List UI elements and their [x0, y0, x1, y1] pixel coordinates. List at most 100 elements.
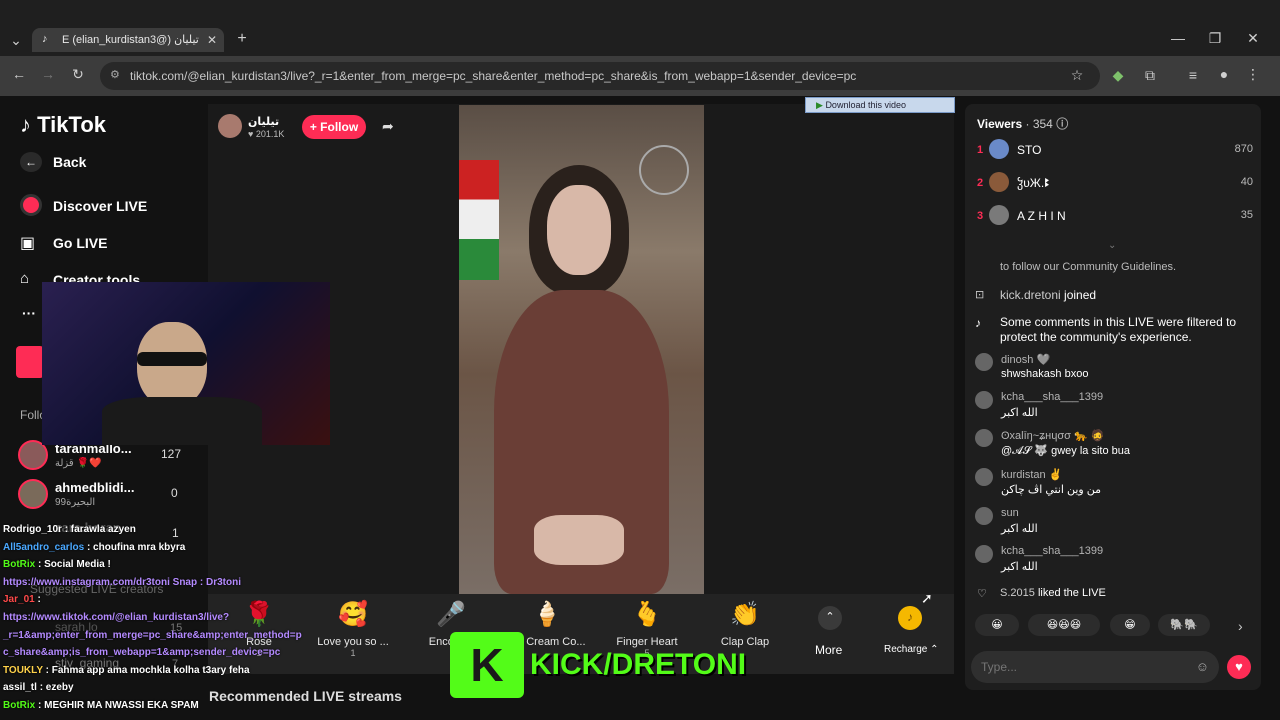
avatar	[975, 468, 993, 486]
close-window-icon[interactable]: ✕	[1243, 30, 1263, 47]
live-video[interactable]	[459, 105, 704, 594]
overlay-chat-user: BotRix	[3, 559, 36, 571]
chat-comment[interactable]: kcha___sha___1399 الله اكبر	[975, 391, 1255, 425]
reload-icon[interactable]: ↻	[68, 66, 88, 83]
like-heart-icon[interactable]: ♥	[1227, 655, 1251, 679]
liked-message: S.2015 liked the LIVE	[1000, 587, 1106, 599]
chevron-right-icon[interactable]: ›	[1238, 618, 1243, 634]
logo-text: TikTok	[37, 112, 106, 137]
tab-list-icon[interactable]: ⌄	[6, 32, 26, 49]
nav-go-live[interactable]: Go LIVE	[53, 235, 107, 251]
browser-menu-icon[interactable]: ⋮	[1243, 66, 1263, 83]
chat-comment[interactable]: kurdistan ✌️ من وين انتي اڤ چاکن	[975, 468, 1255, 502]
profile-avatar-icon[interactable]: ●	[1214, 66, 1234, 82]
tiktok-logo[interactable]: ♪ TikTok	[20, 112, 106, 138]
chat-comment[interactable]: sun الله اكبر	[975, 507, 1255, 541]
flag-shape	[459, 160, 499, 280]
host-likes: ♥ 201.1K	[248, 129, 285, 139]
avatar	[975, 353, 993, 371]
more-menu-icon[interactable]: ···	[22, 305, 36, 321]
chat-comment[interactable]: dinosh 🩶 shwshakash bxoo	[975, 353, 1255, 387]
comment-text: الله اكبر	[1001, 561, 1038, 573]
overlay-chat-user: TOUKLY	[3, 664, 43, 676]
avatar[interactable]	[18, 479, 48, 509]
extensions-puzzle-icon[interactable]: ⧉	[1140, 67, 1160, 84]
expand-chevron-icon[interactable]: ⌄	[1108, 240, 1116, 251]
creator-tools-icon: ⌂	[20, 270, 30, 287]
viewer-score: 35	[1240, 209, 1253, 221]
following-count: 127	[161, 447, 182, 461]
overlay-chat-text: https://www.instagram.com/dr3toni Snap :…	[3, 576, 241, 588]
comment-user[interactable]: kcha___sha___1399	[1001, 545, 1103, 557]
forward-arrow-icon[interactable]: →	[38, 66, 58, 82]
login-button[interactable]	[16, 346, 44, 378]
gift-icon: 🍦	[532, 601, 562, 628]
joined-message: kick.dretoni joined	[1000, 288, 1096, 302]
overlay-chat-user: Rodrigo_10r	[3, 524, 62, 535]
discover-live-icon	[20, 194, 42, 216]
streamer-glasses	[137, 352, 207, 366]
quick-reaction-button[interactable]: 😁	[1110, 614, 1150, 636]
liked-text: liked the LIVE	[1037, 587, 1106, 599]
quick-reaction-button[interactable]: 😀	[975, 614, 1019, 636]
overlay-chat-user: assil_tl	[3, 682, 37, 694]
host-name[interactable]: تيليان	[248, 115, 279, 128]
chat-comment[interactable]: kcha___sha___1399 الله اكبر	[975, 545, 1255, 579]
avatar	[975, 391, 993, 409]
new-tab-icon[interactable]: +	[232, 30, 252, 48]
chat-comment[interactable]: ʘxalīŋ~ʑнɥσσ 🐆 🧔 @𝓐𝓢 🐺 gwey la sito bua	[975, 429, 1255, 463]
emoji-icon[interactable]: ☺	[1196, 659, 1209, 674]
minimize-icon[interactable]: —	[1168, 30, 1188, 46]
comment-user[interactable]: kurdistan ✌️	[1001, 468, 1062, 481]
more-gifts-button[interactable]: More	[815, 643, 842, 657]
download-video-button[interactable]: ▶ Download this video	[805, 97, 955, 113]
tab-close-icon[interactable]: ✕	[202, 33, 222, 47]
coin-icon: ♪	[898, 606, 922, 630]
site-info-icon[interactable]: ⚙	[110, 68, 120, 81]
viewer-row[interactable]: 2 ჴᴜЖ.ꔪ 40	[977, 172, 1253, 196]
browser-tab[interactable]: ♪ E (elian_kurdistan3@) تيليان	[32, 28, 224, 52]
gift-item[interactable]: 🥰 Love you so ... 1	[308, 600, 398, 658]
heart-outline-icon: ♡	[977, 588, 987, 600]
liked-user[interactable]: S.2015	[1000, 587, 1035, 599]
comment-user[interactable]: ʘxalīŋ~ʑнɥσσ 🐆 🧔	[1001, 429, 1104, 442]
comment-text: من وين انتي اڤ چاکن	[1001, 484, 1102, 496]
viewer-score: 40	[1240, 176, 1253, 188]
bookmark-star-icon[interactable]: ☆	[1067, 67, 1087, 84]
restore-icon[interactable]: ❐	[1205, 30, 1225, 47]
comment-field[interactable]	[981, 659, 1171, 675]
host-avatar[interactable]	[218, 114, 242, 138]
quick-reaction-button[interactable]: 😆😆😆	[1028, 614, 1100, 636]
viewer-row[interactable]: 1 STO 870	[977, 139, 1253, 163]
gift-item[interactable]: 👏 Clap Clap	[700, 600, 790, 648]
chevron-up-icon[interactable]: ⌃	[818, 606, 842, 630]
help-icon[interactable]: ⓘ	[1056, 117, 1068, 131]
gift-name: Clap Clap	[720, 636, 770, 648]
avatar	[975, 429, 993, 447]
person-hands	[534, 515, 624, 565]
comment-user[interactable]: sun	[1001, 507, 1019, 519]
viewer-row[interactable]: 3 A Z H I N 35	[977, 205, 1253, 229]
following-name[interactable]: ahmedblidi...	[55, 480, 134, 495]
comment-user[interactable]: kcha___sha___1399	[1001, 391, 1103, 403]
extension-icon[interactable]: ◆	[1108, 67, 1128, 84]
viewer-name: ჴᴜЖ.ꔪ	[1017, 176, 1050, 190]
follow-button[interactable]: + Follow	[302, 115, 366, 139]
back-arrow-icon[interactable]: ←	[9, 66, 29, 82]
comment-user[interactable]: dinosh 🩶	[1001, 353, 1050, 366]
url-field[interactable]: ⚙ tiktok.com/@elian_kurdistan3/live?_r=1…	[100, 62, 1100, 90]
overlay-chat-text: : Fahma app ama mochkla kolha t3ary feha	[45, 664, 250, 676]
nav-discover-live[interactable]: Discover LIVE	[53, 198, 147, 214]
media-control-icon[interactable]: ≡	[1183, 67, 1203, 83]
following-count: 0	[171, 486, 178, 500]
joined-user[interactable]: kick.dretoni	[1000, 288, 1061, 302]
share-icon[interactable]: ➦	[382, 118, 394, 135]
avatar	[989, 139, 1009, 159]
comment-input[interactable]: ☺	[971, 651, 1219, 683]
back-arrow-icon[interactable]: ←	[20, 152, 42, 172]
quick-reaction-button[interactable]: 🐘🐘	[1158, 614, 1210, 636]
overlay-chat-text: https://www.tiktok.com/@elian_kurdistan3…	[3, 612, 230, 623]
back-link[interactable]: Back	[53, 154, 86, 170]
gift-icon: 🫰	[632, 601, 662, 628]
recharge-button[interactable]: Recharge ⌃	[884, 644, 939, 655]
